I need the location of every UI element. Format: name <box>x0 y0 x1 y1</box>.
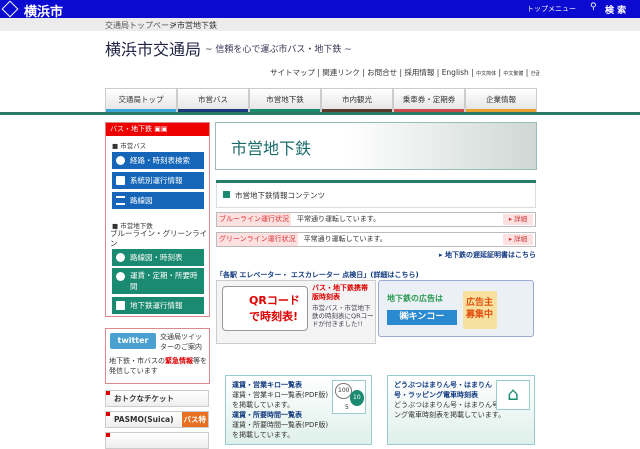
twitter-box[interactable]: twitter 交通局ツイッターのご案内 地下鉄・市バスの緊急情報等を発信してい… <box>105 328 210 384</box>
fare-time-desc: 運賃・所要時間一覧表(PDF版)を掲載しています。 <box>232 421 329 439</box>
green-line-detail-button[interactable]: ▸ 詳細 <box>503 234 533 245</box>
twitter-text: 交通局ツイッターのご案内 <box>160 333 202 351</box>
coins-icon: 100 10 5 <box>332 380 366 414</box>
twitter-note: 地下鉄・市バスの緊急情報等を発信しています <box>109 357 207 375</box>
link-korean[interactable]: 한글 <box>531 71 540 77</box>
sidebar-item-fares[interactable]: 運賃・定期・所要時間 <box>112 268 204 294</box>
link-english[interactable]: English <box>442 68 469 77</box>
fare-box: 運賃・営業キロ一覧表 運賃・営業キロ一覧表(PDF版)を掲載しています。 運賃・… <box>225 375 372 445</box>
utility-links: サイトマップ | 関連リンク | お問合せ | 採用情報 | English |… <box>270 68 540 77</box>
site-tagline: ~ 信頼を心で運ぶ市バス・地下鉄 ~ <box>205 45 352 55</box>
breadcrumb-sep: > <box>170 20 177 29</box>
ad-banner[interactable]: 地下鉄の広告は ㈱キンコー 広告主募集中 <box>378 280 534 337</box>
train-icon <box>116 301 125 310</box>
hamarin-box: どうぶつはまりん号・はまりん号・ラッピング電車時刻表 どうぶつはまりん号・はまり… <box>387 375 535 445</box>
nav-tab-0[interactable]: 交通局トップ <box>105 88 177 112</box>
city-logo-icon <box>1 0 19 18</box>
nav-tab-1[interactable]: 市営バス <box>177 88 249 112</box>
link-recruit[interactable]: 採用情報 <box>404 68 434 77</box>
sidebar-item-bus-map[interactable]: 路線図 <box>112 192 204 209</box>
breadcrumb-current: 市営地下鉄 <box>177 21 217 30</box>
subway-lines-label: ブルーライン・グリーンライン <box>110 229 208 248</box>
link-contact[interactable]: お問合せ <box>367 68 397 77</box>
breadcrumb-home[interactable]: 交通局トップページ <box>105 20 177 31</box>
elevator-link[interactable]: 「各駅 エレベーター・ エスカレーター 点検日」(詳細はこちら) <box>216 270 419 280</box>
breadcrumb: 交通局トップページ > 市営地下鉄 <box>0 18 640 31</box>
transport-banner[interactable] <box>105 432 209 449</box>
fare-km-desc: 運賃・営業キロ一覧表(PDF版)を掲載しています。 <box>232 391 329 409</box>
fare-time-link[interactable]: 運賃・所要時間一覧表 <box>232 411 302 419</box>
nav-tab-2[interactable]: 市営地下鉄 <box>249 88 321 112</box>
page-header: 市営地下鉄 <box>215 122 537 170</box>
sidebar-item-subway-map[interactable]: 路線図・時刻表 <box>112 249 204 266</box>
nav-divider <box>0 112 640 115</box>
clock-icon <box>116 156 125 165</box>
bargain-ticket-banner[interactable]: おトクなチケット <box>105 390 209 407</box>
green-line-status: グリーンライン運行状況 平常通り運転しています。 ▸ 詳細 <box>216 232 536 247</box>
ad-recruit: 広告主募集中 <box>463 291 497 329</box>
link-sitemap[interactable]: サイトマップ <box>270 68 315 77</box>
twitter-logo: twitter <box>110 333 156 349</box>
site-title[interactable]: 横浜市交通局 <box>105 36 201 60</box>
blue-line-status: ブルーライン運行状況 平常通り運転しています。 ▸ 詳細 <box>216 212 536 227</box>
delay-certificate-link[interactable]: ▸ 地下鉄の遅延証明書はこちら <box>439 250 536 260</box>
hamarin-link[interactable]: どうぶつはまりん号・はまりん号・ラッピング電車時刻表 <box>394 380 494 400</box>
pasmo-banner[interactable]: PASMO(Suica) バス特 <box>105 411 209 428</box>
qr-image: QRコードで時刻表! <box>222 286 308 331</box>
ad-line1: 地下鉄の広告は <box>387 294 443 303</box>
info-heading: 市営地下鉄情報コンテンツ <box>235 191 325 200</box>
search-link[interactable]: 検 索 <box>605 3 626 16</box>
clock-icon <box>116 253 125 262</box>
elephant-icon: ⌂ <box>496 380 530 410</box>
sidebar-header: バス・地下鉄 ▣▣ <box>106 123 209 136</box>
ad-line2: ㈱キンコー <box>387 310 457 325</box>
nav-tab-3[interactable]: 市内観光 <box>321 88 393 112</box>
list-icon <box>116 196 125 205</box>
search-icon[interactable]: ⚲ <box>590 2 597 12</box>
top-bar: 横浜市 トップメニュー ⚲ 検 索 <box>0 0 640 20</box>
sidebar-item-route-search[interactable]: 経路・時刻表検索 <box>112 152 204 169</box>
yen-icon <box>116 272 125 281</box>
info-heading-box: 市営地下鉄情報コンテンツ <box>216 183 536 208</box>
bus-icon <box>116 176 125 185</box>
nav-tab-5[interactable]: 企業情報 <box>465 88 537 112</box>
nav-tab-4[interactable]: 乗車券・定期券 <box>393 88 465 112</box>
qr-desc: 市営バス・市営地下鉄の時刻表にQRコードが付きました!! <box>312 304 374 328</box>
sidebar-item-subway-status[interactable]: 地下鉄運行情報 <box>112 297 204 314</box>
bus-train-icon: ▣▣ <box>154 125 168 133</box>
blue-line-detail-button[interactable]: ▸ 詳細 <box>503 214 533 225</box>
qr-banner[interactable]: QRコードで時刻表! バス・地下鉄携帯版時刻表 市営バス・市営地下鉄の時刻表にQ… <box>216 280 376 344</box>
link-chinese-t[interactable]: 中文繁體 <box>503 71 523 77</box>
square-bullet-icon <box>223 191 230 198</box>
top-menu-link[interactable]: トップメニュー <box>527 4 576 14</box>
bus-section-label: ■ 市営バス <box>112 142 147 150</box>
page-title: 市営地下鉄 <box>231 139 312 158</box>
link-chinese-s[interactable]: 中文简体 <box>476 71 496 77</box>
sidebar-item-bus-status[interactable]: 系統別運行情報 <box>112 172 204 189</box>
fare-km-link[interactable]: 運賃・営業キロ一覧表 <box>232 381 302 389</box>
link-related[interactable]: 関連リンク <box>322 68 360 77</box>
qr-title: バス・地下鉄携帯版時刻表 <box>312 284 368 301</box>
